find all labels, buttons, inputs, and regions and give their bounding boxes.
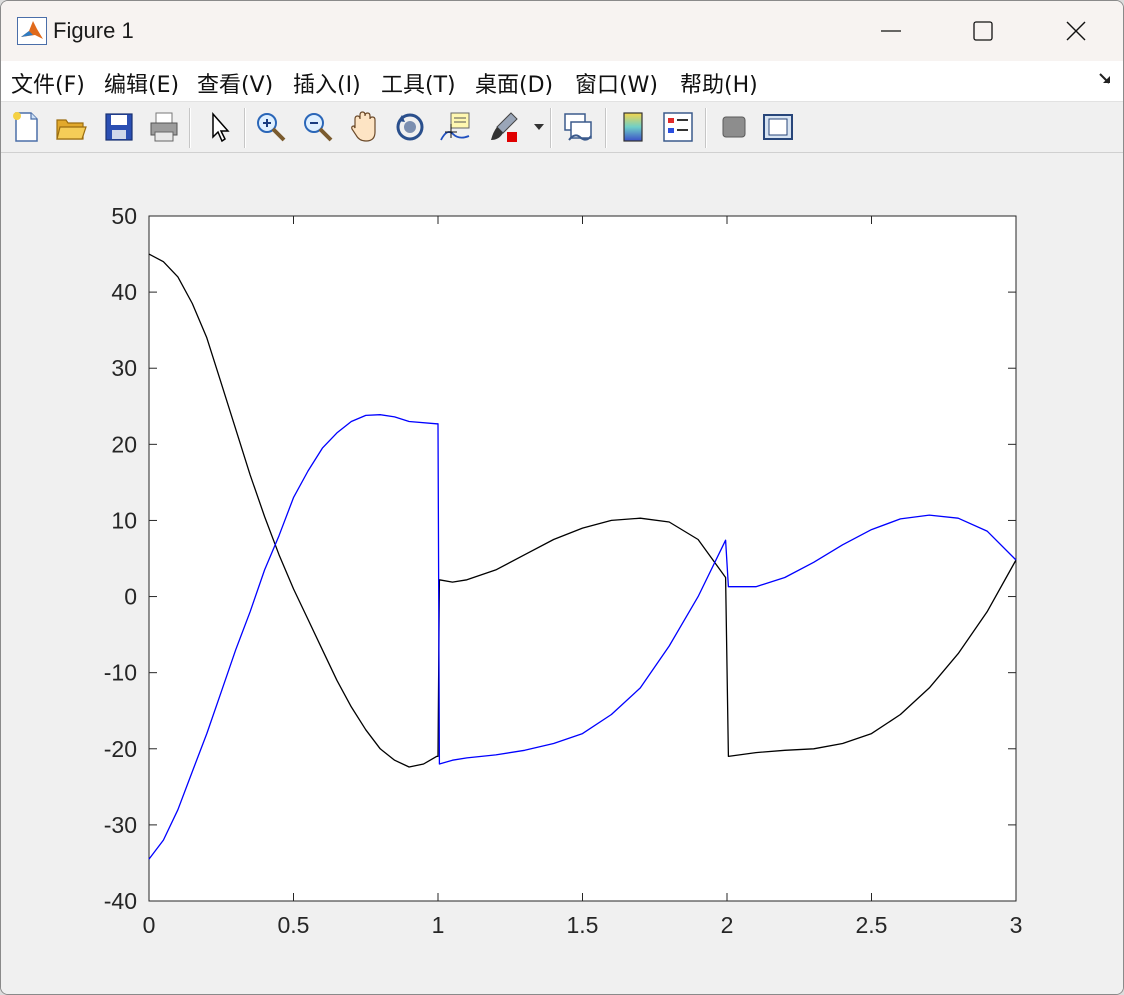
zoom-in-icon[interactable] xyxy=(254,110,288,144)
x-tick-label: 1 xyxy=(432,912,445,938)
x-tick-label: 2 xyxy=(721,912,734,938)
x-tick-label: 0 xyxy=(143,912,156,938)
y-tick-label: 20 xyxy=(111,431,137,457)
menu-tools[interactable]: 工具(T) xyxy=(381,67,456,99)
pan-hand-icon[interactable] xyxy=(347,110,381,144)
y-tick-label: -10 xyxy=(104,660,137,686)
minimize-icon xyxy=(881,30,901,32)
show-plot-tools-icon[interactable] xyxy=(761,110,795,144)
toolbar-separator xyxy=(189,108,191,148)
menu-file[interactable]: 文件(F) xyxy=(11,67,85,99)
x-tick-label: 1.5 xyxy=(567,912,599,938)
print-icon[interactable] xyxy=(147,110,181,144)
figure-toolbar xyxy=(1,102,1123,153)
dock-arrow-icon[interactable] xyxy=(1097,71,1113,87)
brush-icon[interactable] xyxy=(487,110,521,144)
brush-dropdown-icon[interactable] xyxy=(534,124,544,132)
figure-canvas: 0 0.5 1 1.5 2 2.5 3 -40 -30 -20 -10 0 10 20 30 40 50 xyxy=(1,153,1123,994)
y-tick-label: 40 xyxy=(111,279,137,305)
y-tick-label: 0 xyxy=(124,584,137,610)
toolbar-separator xyxy=(550,108,552,148)
window-title: Figure 1 xyxy=(53,18,134,43)
x-tick-label: 2.5 xyxy=(856,912,888,938)
pointer-icon[interactable] xyxy=(203,110,237,144)
y-tick-label: -30 xyxy=(104,812,137,838)
new-figure-icon[interactable] xyxy=(9,110,43,144)
axes-box[interactable] xyxy=(148,215,1017,902)
x-tick-label: 0.5 xyxy=(278,912,310,938)
maximize-button[interactable] xyxy=(936,1,1030,61)
menu-window[interactable]: 窗口(W) xyxy=(575,67,658,99)
title-bar[interactable]: Figure 1 xyxy=(1,1,1123,61)
legend-icon[interactable] xyxy=(661,110,695,144)
save-icon[interactable] xyxy=(102,110,136,144)
rotate-3d-icon[interactable] xyxy=(393,110,427,144)
line-chart[interactable]: 0 0.5 1 1.5 2 2.5 3 -40 -30 -20 -10 0 10 20 30 40 50 xyxy=(1,153,1123,994)
data-cursor-icon[interactable] xyxy=(439,110,473,144)
x-tick-label: 3 xyxy=(1010,912,1023,938)
menu-bar: 文件(F) 编辑(E) 查看(V) 插入(I) 工具(T) 桌面(D) 窗口(W… xyxy=(1,61,1123,102)
hide-plot-tools-icon[interactable] xyxy=(717,110,751,144)
y-tick-label: 30 xyxy=(111,355,137,381)
link-plot-icon[interactable] xyxy=(561,110,595,144)
figure-window: Figure 1 文件(F) 编辑(E) 查看(V) 插入(I) 工具(T) 桌… xyxy=(0,0,1124,995)
y-tick-label: -40 xyxy=(104,888,137,914)
y-tick-label: 10 xyxy=(111,507,137,533)
zoom-out-icon[interactable] xyxy=(301,110,335,144)
menu-insert[interactable]: 插入(I) xyxy=(293,67,361,99)
toolbar-separator xyxy=(705,108,707,148)
minimize-button[interactable] xyxy=(844,1,938,61)
menu-help[interactable]: 帮助(H) xyxy=(680,67,758,99)
menu-edit[interactable]: 编辑(E) xyxy=(104,67,179,99)
matlab-icon xyxy=(17,17,47,45)
close-button[interactable] xyxy=(1029,1,1123,61)
toolbar-separator xyxy=(605,108,607,148)
menu-desktop[interactable]: 桌面(D) xyxy=(475,67,553,99)
maximize-icon xyxy=(973,21,993,41)
open-file-icon[interactable] xyxy=(54,110,88,144)
toolbar-separator xyxy=(244,108,246,148)
y-tick-label: -20 xyxy=(104,736,137,762)
menu-view[interactable]: 查看(V) xyxy=(197,67,273,99)
close-icon xyxy=(1066,21,1086,41)
colorbar-icon[interactable] xyxy=(616,110,650,144)
y-tick-label: 50 xyxy=(111,203,137,229)
